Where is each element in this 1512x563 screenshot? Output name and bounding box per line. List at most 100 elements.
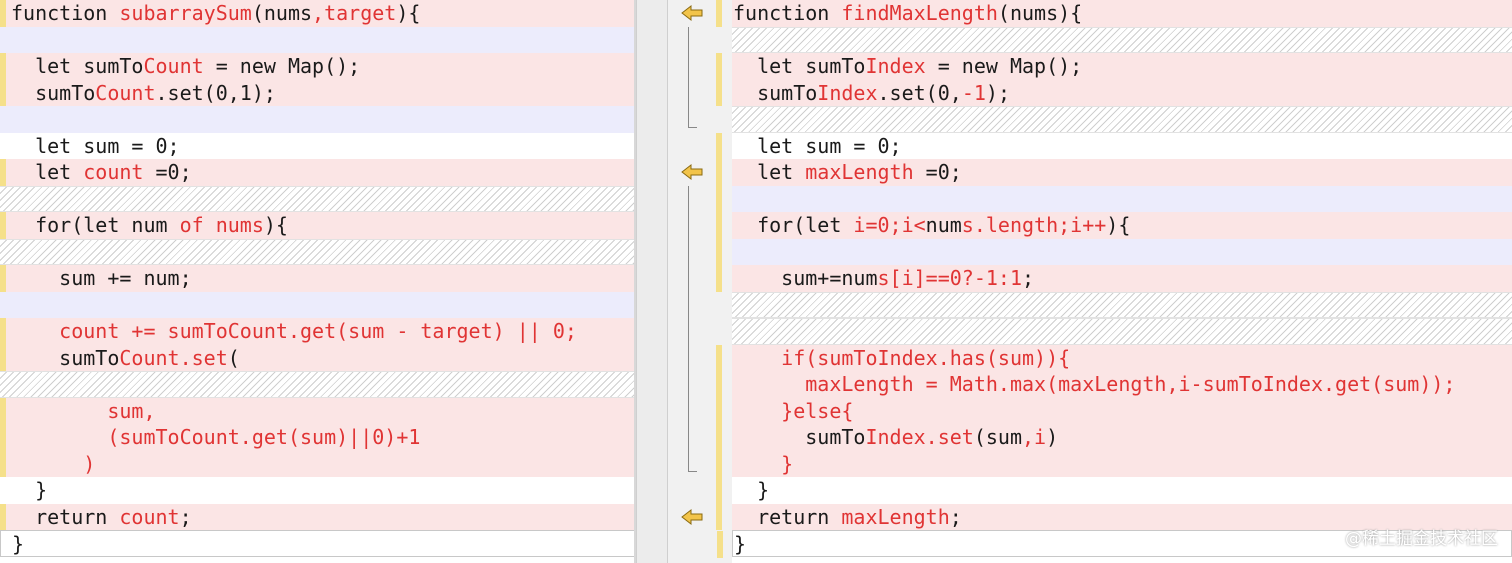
- code-token: Index: [865, 54, 926, 78]
- code-token: return: [11, 504, 120, 529]
- code-token: ){: [1106, 213, 1131, 237]
- left-code-line[interactable]: count += sumToCount.get(sum - target) ||…: [0, 318, 636, 345]
- code-token: (sumTo: [11, 425, 180, 449]
- change-marker: [0, 450, 6, 477]
- code-token: Count: [95, 80, 156, 105]
- right-code-line[interactable]: let sum = 0;: [716, 132, 1512, 159]
- code-token: ,i: [1022, 425, 1047, 449]
- right-code-line[interactable]: if(sumToIndex.has(sum)){: [716, 344, 1512, 371]
- code-token: }: [734, 532, 747, 556]
- left-code-area[interactable]: function subarraySum(nums,target){ let s…: [0, 0, 636, 557]
- code-token: maxLength = Math.max(maxLength,i-sumToIn…: [733, 372, 1456, 396]
- code-token: sumTo: [11, 80, 96, 105]
- code-token: let sumTo: [733, 54, 866, 78]
- right-code-line[interactable]: [716, 238, 1512, 265]
- right-code-line[interactable]: function findMaxLength(nums){: [716, 0, 1512, 27]
- left-code-line[interactable]: }: [0, 530, 636, 557]
- code-token: ||0)+1: [348, 425, 421, 449]
- code-token: let: [11, 160, 84, 184]
- change-range-bracket: [688, 26, 697, 128]
- change-marker: [0, 318, 6, 345]
- left-code-line[interactable]: }: [0, 477, 636, 504]
- right-code-line[interactable]: maxLength = Math.max(maxLength,i-sumToIn…: [716, 371, 1512, 398]
- left-code-line[interactable]: let sumToCount = new Map();: [0, 53, 636, 80]
- left-code-line[interactable]: sum += num;: [0, 265, 636, 292]
- right-code-line[interactable]: sumToIndex.set(sum,i): [716, 424, 1512, 451]
- code-token: ){: [263, 213, 288, 237]
- right-code-area[interactable]: function findMaxLength(nums){ let sumToI…: [716, 0, 1512, 558]
- right-code-line[interactable]: }: [716, 450, 1512, 477]
- code-token: sum,: [11, 398, 156, 423]
- code-token: Count: [143, 54, 204, 78]
- code-token: sum += num;: [11, 266, 192, 290]
- code-token: let sumTo: [11, 54, 144, 78]
- change-marker: [717, 531, 723, 558]
- right-code-line[interactable]: sum+=nums[i]==0?-1:1;: [716, 265, 1512, 292]
- code-token: (nums: [251, 1, 313, 25]
- left-code-line[interactable]: ): [0, 450, 636, 477]
- change-marker: [716, 212, 722, 239]
- code-token: s[i]==0?-1:1: [877, 266, 1023, 290]
- right-code-line[interactable]: [716, 185, 1512, 212]
- left-code-line[interactable]: sumToCount.set(: [0, 344, 636, 371]
- code-token: (: [227, 345, 240, 370]
- change-marker: [716, 371, 722, 398]
- left-code-line[interactable]: (sumToCount.get(sum)||0)+1: [0, 424, 636, 451]
- code-token: }: [11, 478, 48, 502]
- change-range-bracket: [688, 185, 697, 472]
- left-code-line[interactable]: let count =0;: [0, 159, 636, 186]
- right-code-line[interactable]: let maxLength =0;: [716, 159, 1512, 186]
- change-marker: [716, 238, 722, 265]
- change-marker: [716, 185, 722, 212]
- merge-left-arrow-icon[interactable]: [680, 4, 704, 22]
- code-token: count += sumToCount.get(sum - target) ||…: [11, 319, 577, 343]
- right-code-line[interactable]: [732, 26, 1512, 53]
- pane-divider[interactable]: [636, 0, 668, 563]
- code-token: ){: [396, 1, 421, 25]
- code-token: }else{: [733, 398, 854, 423]
- right-code-line[interactable]: let sumToIndex = new Map();: [716, 53, 1512, 80]
- right-code-line[interactable]: [732, 291, 1512, 318]
- change-marker: [0, 265, 6, 292]
- right-code-line[interactable]: [732, 106, 1512, 133]
- code-token: maxLength: [841, 504, 950, 529]
- code-token: ;: [949, 504, 962, 529]
- right-code-line[interactable]: }: [716, 477, 1512, 504]
- left-code-line[interactable]: [0, 185, 636, 212]
- left-code-line[interactable]: [0, 106, 636, 133]
- code-token: for(let: [733, 213, 854, 237]
- code-token: num: [925, 213, 962, 237]
- left-code-line[interactable]: [0, 26, 636, 53]
- code-token: subarraySum: [119, 1, 252, 25]
- left-code-line[interactable]: sumToCount.set(0,1);: [0, 79, 636, 106]
- right-code-line[interactable]: [732, 318, 1512, 345]
- right-code-line[interactable]: sumToIndex.set(0,-1);: [716, 79, 1512, 106]
- left-code-line[interactable]: return count;: [0, 503, 636, 530]
- left-code-line[interactable]: [0, 371, 636, 398]
- code-token: return: [733, 504, 842, 529]
- merge-left-arrow-icon[interactable]: [680, 163, 704, 181]
- merge-gutter: [668, 0, 732, 563]
- right-code-line[interactable]: for(let i=0;i<nums.length;i++){: [716, 212, 1512, 239]
- left-code-line[interactable]: let sum = 0;: [0, 132, 636, 159]
- change-marker: [716, 344, 722, 371]
- merge-left-arrow-icon[interactable]: [680, 508, 704, 526]
- right-code-line[interactable]: }else{: [716, 397, 1512, 424]
- left-code-line[interactable]: function subarraySum(nums,target){: [0, 0, 636, 27]
- code-token: let: [733, 160, 806, 184]
- code-token: }: [733, 451, 794, 476]
- change-marker: [0, 503, 6, 530]
- left-code-line[interactable]: sum,: [0, 397, 636, 424]
- left-code-line[interactable]: for(let num of nums){: [0, 212, 636, 239]
- change-marker: [716, 424, 722, 451]
- code-token: =0;: [913, 160, 962, 184]
- left-code-line[interactable]: [0, 238, 636, 265]
- change-marker: [0, 0, 6, 27]
- code-token: let sum = 0;: [11, 133, 180, 158]
- right-editor-pane[interactable]: function findMaxLength(nums){ let sumToI…: [668, 0, 1512, 563]
- left-code-line[interactable]: [0, 291, 636, 318]
- left-editor-pane[interactable]: function subarraySum(nums,target){ let s…: [0, 0, 636, 563]
- code-token: if(sumToIndex.has(sum)){: [733, 345, 1071, 370]
- code-token: i=0;i<: [853, 213, 926, 237]
- change-marker: [716, 53, 722, 80]
